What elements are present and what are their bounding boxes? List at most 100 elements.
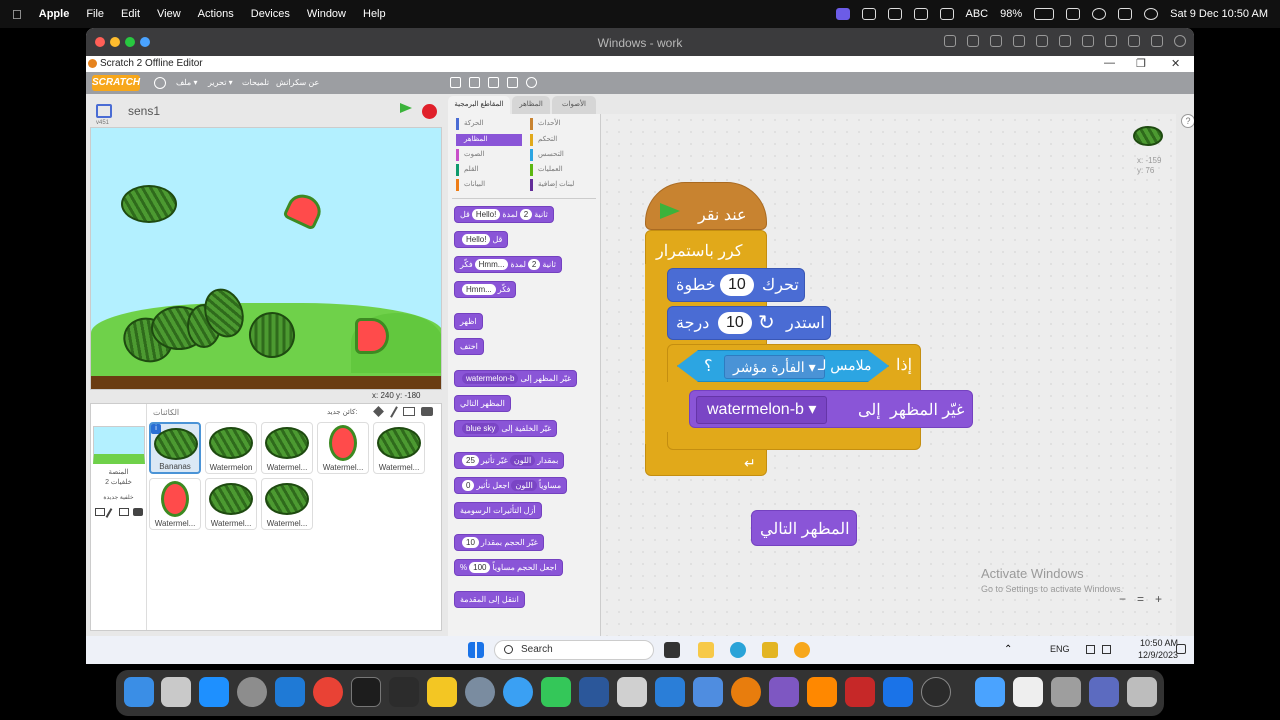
battery-icon[interactable] <box>1034 8 1055 20</box>
network-icon[interactable] <box>1036 35 1048 47</box>
language-indicator[interactable]: ENG <box>1050 644 1070 654</box>
numbers-icon[interactable] <box>541 677 571 707</box>
xcode-tools-icon[interactable] <box>693 677 723 707</box>
stage-canvas[interactable] <box>90 127 442 390</box>
sprite-thumb[interactable]: Watermel... <box>261 422 313 474</box>
category-looks[interactable]: المظاهر <box>456 134 522 146</box>
cpu-icon[interactable] <box>967 35 979 47</box>
category-events[interactable]: الأحداث <box>530 118 594 130</box>
project-name[interactable]: sens1 <box>128 104 160 118</box>
turn-degrees-block[interactable]: درجة 10 ↻ استدر <box>667 306 831 340</box>
parallels-vm-icon[interactable] <box>845 677 875 707</box>
keyboard-input[interactable]: ABC <box>966 8 989 20</box>
touching-sensing-block[interactable]: ؟ الفأرة مؤشر ▾ ملامس لـ <box>677 350 889 382</box>
mic-icon[interactable] <box>1082 35 1094 47</box>
category-operators[interactable]: العمليات <box>530 164 594 176</box>
volume-icon[interactable] <box>1086 645 1095 654</box>
usb-icon[interactable] <box>990 35 1002 47</box>
minimize-window-button[interactable]: — <box>1104 57 1115 69</box>
wifi-icon[interactable] <box>1066 8 1081 20</box>
bell-app-icon[interactable] <box>762 642 778 658</box>
sprite-thumb[interactable]: Watermel... <box>149 478 201 530</box>
sprite-camera-icon[interactable] <box>421 407 433 416</box>
cd-icon[interactable] <box>1013 35 1025 47</box>
menu-help[interactable]: Help <box>363 8 386 20</box>
menu-actions[interactable]: Actions <box>198 8 234 20</box>
block-clear-effects[interactable]: أزل التأثيرات الرسومية <box>454 502 542 519</box>
quicktime-icon[interactable] <box>465 677 495 707</box>
backdrop-camera-icon[interactable] <box>133 508 143 516</box>
obs-icon[interactable] <box>921 677 951 707</box>
grow-icon[interactable] <box>488 77 499 88</box>
siri-icon[interactable] <box>1144 8 1159 20</box>
share-icon[interactable] <box>887 8 902 20</box>
safari-icon[interactable] <box>503 677 533 707</box>
chrome-icon[interactable] <box>313 677 343 707</box>
affinity-icon[interactable] <box>769 677 799 707</box>
camera-icon[interactable] <box>1128 35 1140 47</box>
brightness-icon[interactable] <box>913 8 928 20</box>
system-settings-icon[interactable] <box>237 677 267 707</box>
fullscreen-icon[interactable] <box>96 104 112 118</box>
sprite-upload-icon[interactable] <box>403 407 415 416</box>
windows-start-icon[interactable] <box>468 642 484 658</box>
menu-file-ar[interactable]: ملف ▾ <box>176 78 197 87</box>
cyberduck-icon[interactable] <box>427 677 457 707</box>
sprite-thumb[interactable]: Watermel... <box>205 478 257 530</box>
edge-icon[interactable] <box>730 642 746 658</box>
sprite-paint-icon[interactable] <box>390 406 398 418</box>
task-view-icon[interactable] <box>664 642 680 658</box>
shrink-icon[interactable] <box>507 77 518 88</box>
word-icon[interactable] <box>579 677 609 707</box>
block-set-effect[interactable]: 0 مساوياًاللوناجعل تأثير <box>454 477 568 494</box>
display-icon[interactable] <box>861 8 876 20</box>
windows-app-icon[interactable] <box>883 677 913 707</box>
tab-sounds[interactable]: الأصوات <box>552 96 596 114</box>
next-costume-loose-block[interactable]: المظهر التالي <box>751 510 857 546</box>
vscode-icon[interactable] <box>275 677 305 707</box>
sprite-thumb[interactable]: i Bananas <box>149 422 201 474</box>
zoom-out-button[interactable]: − <box>1119 592 1126 606</box>
turn-degrees-input[interactable]: 10 <box>718 312 752 334</box>
block-think[interactable]: Hmm... فكّر <box>454 281 517 298</box>
sound-icon[interactable] <box>1059 35 1071 47</box>
notification-icon[interactable] <box>1176 644 1186 654</box>
switch-costume-block[interactable]: watermelon-b ▾ إلى غيّر المظهر <box>689 390 973 428</box>
sprite-library-icon[interactable] <box>373 406 384 417</box>
backdrop-library-icon[interactable] <box>95 508 105 516</box>
category-control[interactable]: التحكم <box>530 134 594 146</box>
menu-view[interactable]: View <box>157 8 181 20</box>
menu-about-ar[interactable]: عن سكراتش <box>276 78 319 87</box>
downloads-icon[interactable] <box>1051 677 1081 707</box>
screenshots-icon[interactable] <box>1089 677 1119 707</box>
battery-percent[interactable]: 98% <box>1000 8 1022 20</box>
zoom-in-button[interactable]: + <box>1155 592 1162 606</box>
block-hide[interactable]: اختف <box>454 338 484 355</box>
block-switch-costume[interactable]: watermelon-b غيّر المظهر إلى <box>454 370 578 387</box>
taskbar-time[interactable]: 10:50 AM <box>1140 638 1178 648</box>
script-area[interactable]: عند نقر كرر باستمرار ↵ خطوة 10 تحرك درجة <box>600 114 1194 636</box>
watermelon-slice-sprite[interactable] <box>355 318 389 354</box>
folder-icon[interactable] <box>975 677 1005 707</box>
menu-window[interactable]: Window <box>307 8 346 20</box>
tray-chevron-icon[interactable]: ⌃ <box>1004 644 1012 655</box>
watermelon-slice-sprite[interactable] <box>282 189 326 231</box>
touching-target-dropdown[interactable]: الفأرة مؤشر ▾ <box>724 355 825 379</box>
terminal-icon[interactable] <box>351 677 381 707</box>
backdrop-upload-icon[interactable] <box>119 508 129 516</box>
sprite-thumb[interactable]: Watermelon <box>205 422 257 474</box>
file-explorer-icon[interactable] <box>698 642 714 658</box>
user-icon[interactable] <box>1092 8 1107 20</box>
move-steps-input[interactable]: 10 <box>720 274 754 296</box>
block-say-for-secs[interactable]: ثانية2لمدةHello!قل <box>454 206 554 223</box>
document-icon[interactable] <box>1013 677 1043 707</box>
menu-edit[interactable]: Edit <box>121 8 140 20</box>
category-more-blocks[interactable]: لبنات إضافية <box>530 179 594 191</box>
taskbar-date[interactable]: 12/9/2023 <box>1138 650 1178 660</box>
stop-button[interactable] <box>422 104 437 119</box>
xcode-icon[interactable] <box>655 677 685 707</box>
volume-icon[interactable] <box>939 8 954 20</box>
menu-tips-ar[interactable]: تلميحات <box>242 78 269 87</box>
zoom-reset-button[interactable]: = <box>1137 592 1144 606</box>
category-sensing[interactable]: التحسس <box>530 149 594 161</box>
